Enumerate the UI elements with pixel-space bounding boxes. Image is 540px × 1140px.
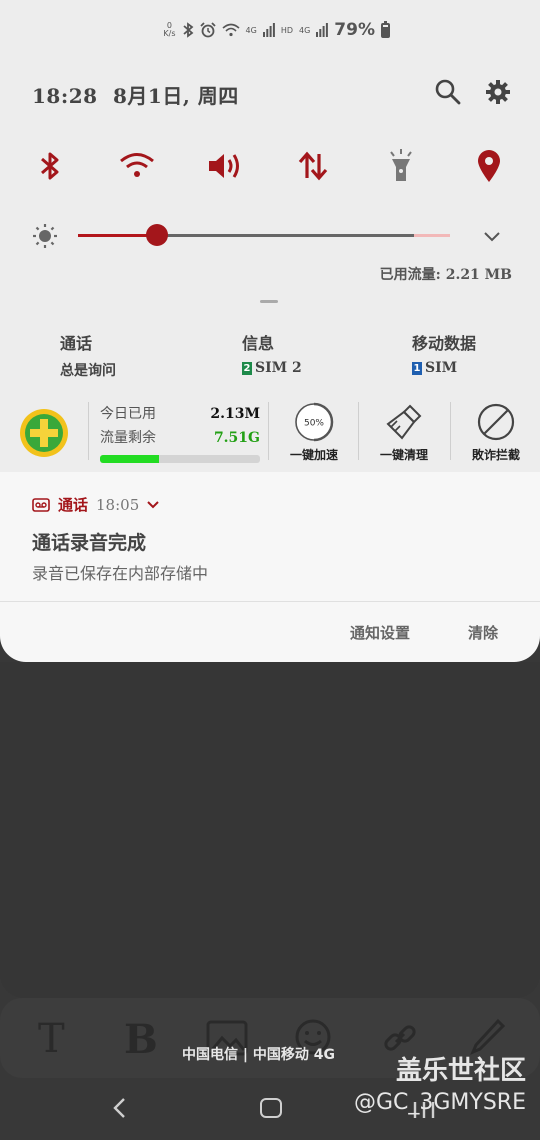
usage-progress-fill xyxy=(100,455,160,463)
sim-message-title: 信息 xyxy=(242,334,275,353)
today-used-label: 今日已用 xyxy=(100,406,156,422)
sound-toggle[interactable] xyxy=(205,146,245,186)
sim-message-value-text: SIM 2 xyxy=(255,360,302,376)
boost-percent: 50% xyxy=(304,419,324,429)
lte-label-2: 4G xyxy=(299,25,311,35)
status-bar: 0 K/s 4G HD 4G 79% xyxy=(0,0,540,62)
location-toggle[interactable] xyxy=(469,146,509,186)
remaining-value: 7.51G xyxy=(213,430,260,446)
wifi-status-icon xyxy=(221,23,240,37)
usage-summary[interactable]: 今日已用 2.13M 流量剩余 7.51G xyxy=(100,402,260,463)
network-speed-unit: K/s xyxy=(163,29,176,38)
bluetooth-status-icon xyxy=(182,22,193,38)
flashlight-icon xyxy=(390,149,412,181)
boost-label: 一键加速 xyxy=(289,448,338,462)
clean-label: 一键清理 xyxy=(379,448,428,462)
carrier-text: 中国电信 | 中国移动 4G xyxy=(182,1047,335,1063)
brightness-row xyxy=(0,220,540,250)
notification-title: 通话录音完成 xyxy=(32,532,147,554)
clock: 18:28 xyxy=(32,84,98,108)
hd-label: HD xyxy=(280,25,293,35)
widget-divider xyxy=(268,402,269,460)
sim-data-value: 1 SIM xyxy=(412,360,476,376)
sim-call-title: 通话 xyxy=(60,334,93,353)
watermark-handle: @GC_3GMYSRE xyxy=(353,1090,526,1115)
sim-data-title: 移动数据 xyxy=(412,334,477,353)
sim2-badge-icon: 2 xyxy=(242,361,252,375)
data-usage-text: 已用流量: 2.21 MB xyxy=(379,267,512,283)
mobile-data-icon xyxy=(298,151,328,181)
notification-body: 录音已保存在内部存储中 xyxy=(32,564,209,583)
panel-drag-handle[interactable] xyxy=(260,300,278,303)
today-used-value: 2.13M xyxy=(210,406,260,422)
broom-icon xyxy=(386,404,422,440)
block-icon xyxy=(477,403,515,441)
bluetooth-toggle[interactable] xyxy=(30,146,70,186)
brightness-icon xyxy=(33,224,57,248)
security-widget: 今日已用 2.13M 流量剩余 7.51G 50% 一键加速 一键清理 敗诈拦截 xyxy=(0,398,540,466)
sim-data-setting[interactable]: 移动数据 1 SIM xyxy=(412,330,476,376)
notification-card[interactable]: 通话 18:05 通话录音完成 录音已保存在内部存储中 通知设置 清除 xyxy=(0,472,540,662)
widget-divider xyxy=(358,402,359,460)
sim-call-value: 总是询问 xyxy=(60,360,116,380)
sim-call-value-text: 总是询问 xyxy=(60,363,116,379)
location-icon xyxy=(478,150,500,182)
battery-icon xyxy=(381,20,390,38)
app-360-logo-icon[interactable] xyxy=(18,407,70,459)
watermark-title: 盖乐世社区 xyxy=(395,1056,526,1086)
boost-gauge-icon: 50% xyxy=(295,402,334,442)
date-time: 18:28 8月1日, 周四 xyxy=(32,80,239,109)
sim-call-setting[interactable]: 通话 总是询问 xyxy=(60,330,116,380)
quick-settings-row xyxy=(0,146,540,186)
usage-progress-bar xyxy=(100,455,260,463)
sim-data-value-text: SIM xyxy=(425,360,458,376)
notification-header[interactable]: 通话 18:05 xyxy=(32,494,159,515)
sim-message-value: 2 SIM 2 xyxy=(242,360,302,376)
today-used-row: 今日已用 2.13M xyxy=(100,402,260,426)
alarm-icon xyxy=(199,22,216,38)
bold-icon[interactable]: B xyxy=(124,1016,158,1063)
widget-divider xyxy=(88,402,89,460)
lte-label: 4G xyxy=(245,25,257,35)
mobile-data-toggle[interactable] xyxy=(293,146,333,186)
sim1-badge-icon: 1 xyxy=(412,361,422,375)
notification-divider xyxy=(0,601,540,602)
fraud-block-label: 敗诈拦截 xyxy=(471,448,520,462)
wifi-toggle[interactable] xyxy=(117,146,157,186)
widget-divider xyxy=(450,402,451,460)
background-app-content xyxy=(0,662,540,998)
sound-icon xyxy=(209,154,239,178)
date: 8月1日, 周四 xyxy=(113,84,239,108)
signal-icon-2 xyxy=(316,23,329,37)
brightness-track xyxy=(158,234,414,237)
chevron-down-icon[interactable] xyxy=(482,226,502,246)
bluetooth-icon xyxy=(41,152,59,180)
battery-percent: 79% xyxy=(334,20,375,40)
search-icon[interactable] xyxy=(434,78,462,106)
sim-message-setting[interactable]: 信息 2 SIM 2 xyxy=(242,330,302,376)
remaining-row: 流量剩余 7.51G xyxy=(100,426,260,450)
clear-button[interactable]: 清除 xyxy=(468,622,498,643)
notification-app-name: 通话 xyxy=(58,496,89,514)
status-icons: 0 K/s 4G HD 4G 79% xyxy=(163,20,390,40)
remaining-label: 流量剩余 xyxy=(100,430,156,446)
brightness-track-outdoor xyxy=(414,234,450,237)
wifi-icon xyxy=(120,153,154,177)
clean-button[interactable]: 一键清理 xyxy=(369,402,439,463)
text-style-icon[interactable]: T xyxy=(38,1016,65,1062)
signal-icon xyxy=(262,23,275,37)
chevron-down-icon[interactable] xyxy=(147,500,159,509)
flashlight-toggle[interactable] xyxy=(381,146,421,186)
voicemail-icon xyxy=(32,497,50,512)
brightness-slider-thumb[interactable] xyxy=(146,224,168,246)
boost-button[interactable]: 50% 一键加速 xyxy=(279,402,349,463)
fraud-block-button[interactable]: 敗诈拦截 xyxy=(461,402,531,463)
notification-settings-button[interactable]: 通知设置 xyxy=(350,622,410,643)
network-speed: 0 K/s xyxy=(163,22,175,38)
notification-time: 18:05 xyxy=(96,495,140,514)
home-icon[interactable] xyxy=(260,1098,282,1118)
back-icon[interactable] xyxy=(110,1096,130,1120)
gear-icon[interactable] xyxy=(484,78,512,106)
